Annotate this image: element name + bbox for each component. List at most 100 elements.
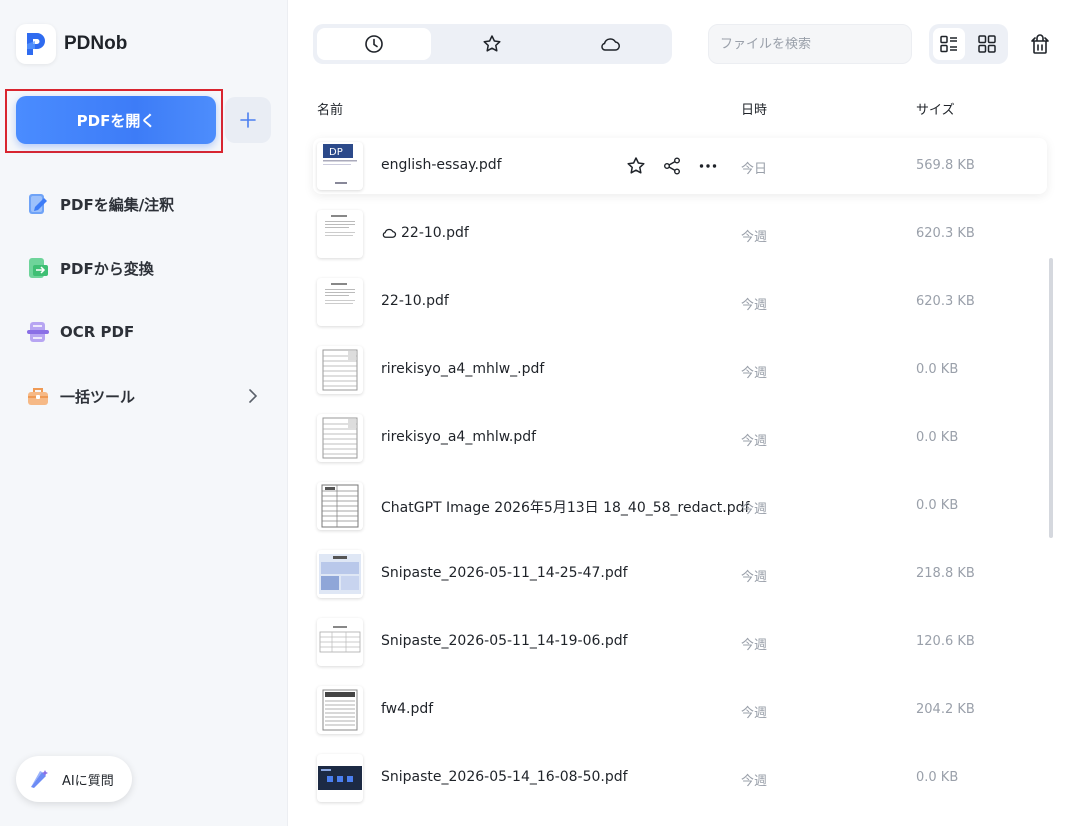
list-view-button[interactable] bbox=[933, 28, 965, 60]
file-date: 今日 bbox=[741, 162, 768, 177]
file-size: 620.3 KB bbox=[916, 294, 975, 309]
app-name: PDNob bbox=[64, 33, 128, 54]
sidebar-item-label: 一括ツール bbox=[60, 387, 136, 406]
file-thumbnail bbox=[317, 414, 363, 462]
column-header-name[interactable]: 名前 bbox=[317, 99, 343, 118]
sidebar-item-edit[interactable]: PDFを編集/注釈 bbox=[24, 190, 174, 218]
column-header-size[interactable]: サイズ bbox=[916, 99, 955, 118]
file-date: 今週 bbox=[741, 638, 768, 653]
plus-icon bbox=[240, 112, 256, 128]
file-date: 今週 bbox=[741, 434, 768, 449]
file-size: 0.0 KB bbox=[916, 362, 959, 377]
file-date: 今週 bbox=[741, 366, 768, 381]
file-name: ChatGPT Image 2026年5月13日 18_40_58_redact… bbox=[381, 500, 750, 516]
file-size: 120.6 KB bbox=[916, 634, 975, 649]
file-row[interactable]: DP english-essay.pdf 今日 569.8 KB bbox=[313, 138, 1047, 194]
star-icon bbox=[483, 35, 501, 52]
file-name: 22-10.pdf bbox=[401, 225, 469, 241]
file-date: 今週 bbox=[741, 706, 768, 721]
file-size: 0.0 KB bbox=[916, 498, 959, 513]
file-thumbnail bbox=[317, 278, 363, 326]
file-thumbnail bbox=[317, 550, 363, 598]
open-pdf-button[interactable]: PDFを開く bbox=[16, 96, 216, 144]
add-button[interactable] bbox=[225, 97, 271, 143]
file-row[interactable]: Snipaste_2026-05-14_16-08-50.pdf 今週 0.0 … bbox=[313, 750, 1047, 806]
sidebar: PDNob PDFを開く PDFを編集/注釈 PDFから変換 OCR PDF 一… bbox=[0, 0, 288, 826]
file-thumbnail: DP bbox=[317, 142, 363, 190]
file-name: Snipaste_2026-05-11_14-25-47.pdf bbox=[381, 565, 628, 581]
ask-ai-button[interactable]: AIに質問 bbox=[16, 756, 132, 802]
search-input[interactable] bbox=[720, 36, 900, 52]
file-name: fw4.pdf bbox=[381, 701, 434, 717]
file-name: rirekisyo_a4_mhlw.pdf bbox=[381, 429, 537, 445]
favorite-button[interactable] bbox=[624, 154, 648, 178]
file-date: 今週 bbox=[741, 570, 768, 585]
file-thumbnail bbox=[317, 482, 363, 530]
trash-icon[interactable] bbox=[1028, 32, 1052, 56]
file-row[interactable]: 22-10.pdf 今週 620.3 KB bbox=[313, 206, 1047, 262]
file-date: 今週 bbox=[741, 774, 768, 789]
edit-icon bbox=[24, 190, 52, 218]
file-date: 今週 bbox=[741, 502, 768, 517]
app-logo: PDNob bbox=[16, 24, 127, 64]
file-name: english-essay.pdf bbox=[381, 157, 502, 173]
file-row[interactable]: 22-10.pdf 今週 620.3 KB bbox=[313, 274, 1047, 330]
file-name: Snipaste_2026-05-11_14-19-06.pdf bbox=[381, 633, 628, 649]
file-thumbnail bbox=[317, 618, 363, 666]
pdnob-logo-icon bbox=[16, 24, 56, 64]
sidebar-item-batch[interactable]: 一括ツール bbox=[24, 382, 135, 410]
tab-cloud[interactable] bbox=[553, 28, 667, 60]
star-icon bbox=[627, 157, 645, 174]
file-thumbnail bbox=[317, 754, 363, 802]
cloud-icon bbox=[601, 38, 620, 51]
file-date: 今週 bbox=[741, 230, 768, 245]
sidebar-item-label: OCR PDF bbox=[60, 323, 135, 341]
scrollbar[interactable] bbox=[1049, 258, 1053, 538]
share-button[interactable] bbox=[660, 154, 684, 178]
file-row[interactable]: rirekisyo_a4_mhlw.pdf 今週 0.0 KB bbox=[313, 410, 1047, 466]
file-row[interactable]: rirekisyo_a4_mhlw_.pdf 今週 0.0 KB bbox=[313, 342, 1047, 398]
column-header-date[interactable]: 日時 bbox=[741, 99, 767, 118]
list-view-icon bbox=[940, 35, 957, 53]
file-row[interactable]: Snipaste_2026-05-11_14-25-47.pdf 今週 218.… bbox=[313, 546, 1047, 602]
more-icon bbox=[699, 164, 717, 168]
cloud-icon bbox=[382, 228, 397, 238]
file-thumbnail bbox=[317, 686, 363, 734]
file-size: 218.8 KB bbox=[916, 566, 975, 581]
file-row[interactable]: fw4.pdf 今週 204.2 KB bbox=[313, 682, 1047, 738]
file-size: 0.0 KB bbox=[916, 430, 959, 445]
grid-view-button[interactable] bbox=[971, 28, 1003, 60]
tab-recent[interactable] bbox=[317, 28, 431, 60]
sidebar-item-convert[interactable]: PDFから変換 bbox=[24, 254, 154, 282]
file-name: rirekisyo_a4_mhlw_.pdf bbox=[381, 361, 545, 377]
chevron-right-icon[interactable] bbox=[244, 386, 262, 406]
view-toggle bbox=[929, 24, 1008, 64]
grid-view-icon bbox=[978, 35, 996, 53]
more-button[interactable] bbox=[696, 154, 720, 178]
file-thumbnail bbox=[317, 210, 363, 258]
svg-text:DP: DP bbox=[329, 147, 343, 158]
file-date: 今週 bbox=[741, 298, 768, 313]
file-row[interactable]: Snipaste_2026-05-11_14-19-06.pdf 今週 120.… bbox=[313, 614, 1047, 670]
file-size: 620.3 KB bbox=[916, 226, 975, 241]
share-icon bbox=[664, 157, 680, 175]
file-thumbnail bbox=[317, 346, 363, 394]
file-row[interactable]: ChatGPT Image 2026年5月13日 18_40_58_redact… bbox=[313, 478, 1047, 534]
ask-ai-label: AIに質問 bbox=[62, 773, 114, 789]
sidebar-item-ocr[interactable]: OCR PDF bbox=[24, 318, 134, 346]
ocr-icon bbox=[24, 318, 52, 346]
file-size: 0.0 KB bbox=[916, 770, 959, 785]
file-name: Snipaste_2026-05-14_16-08-50.pdf bbox=[381, 769, 628, 785]
file-size: 204.2 KB bbox=[916, 702, 975, 717]
filter-tabs bbox=[313, 24, 672, 64]
sidebar-item-label: PDFから変換 bbox=[60, 259, 154, 278]
toolbox-icon bbox=[24, 382, 52, 410]
clock-icon bbox=[365, 35, 383, 53]
file-size: 569.8 KB bbox=[916, 158, 975, 173]
tab-favorites[interactable] bbox=[435, 28, 549, 60]
search-box[interactable] bbox=[708, 24, 912, 64]
sidebar-item-label: PDFを編集/注釈 bbox=[60, 195, 175, 214]
file-name: 22-10.pdf bbox=[381, 293, 449, 309]
ai-sparkle-icon bbox=[31, 770, 48, 788]
file-name-container: 22-10.pdf bbox=[381, 225, 469, 241]
